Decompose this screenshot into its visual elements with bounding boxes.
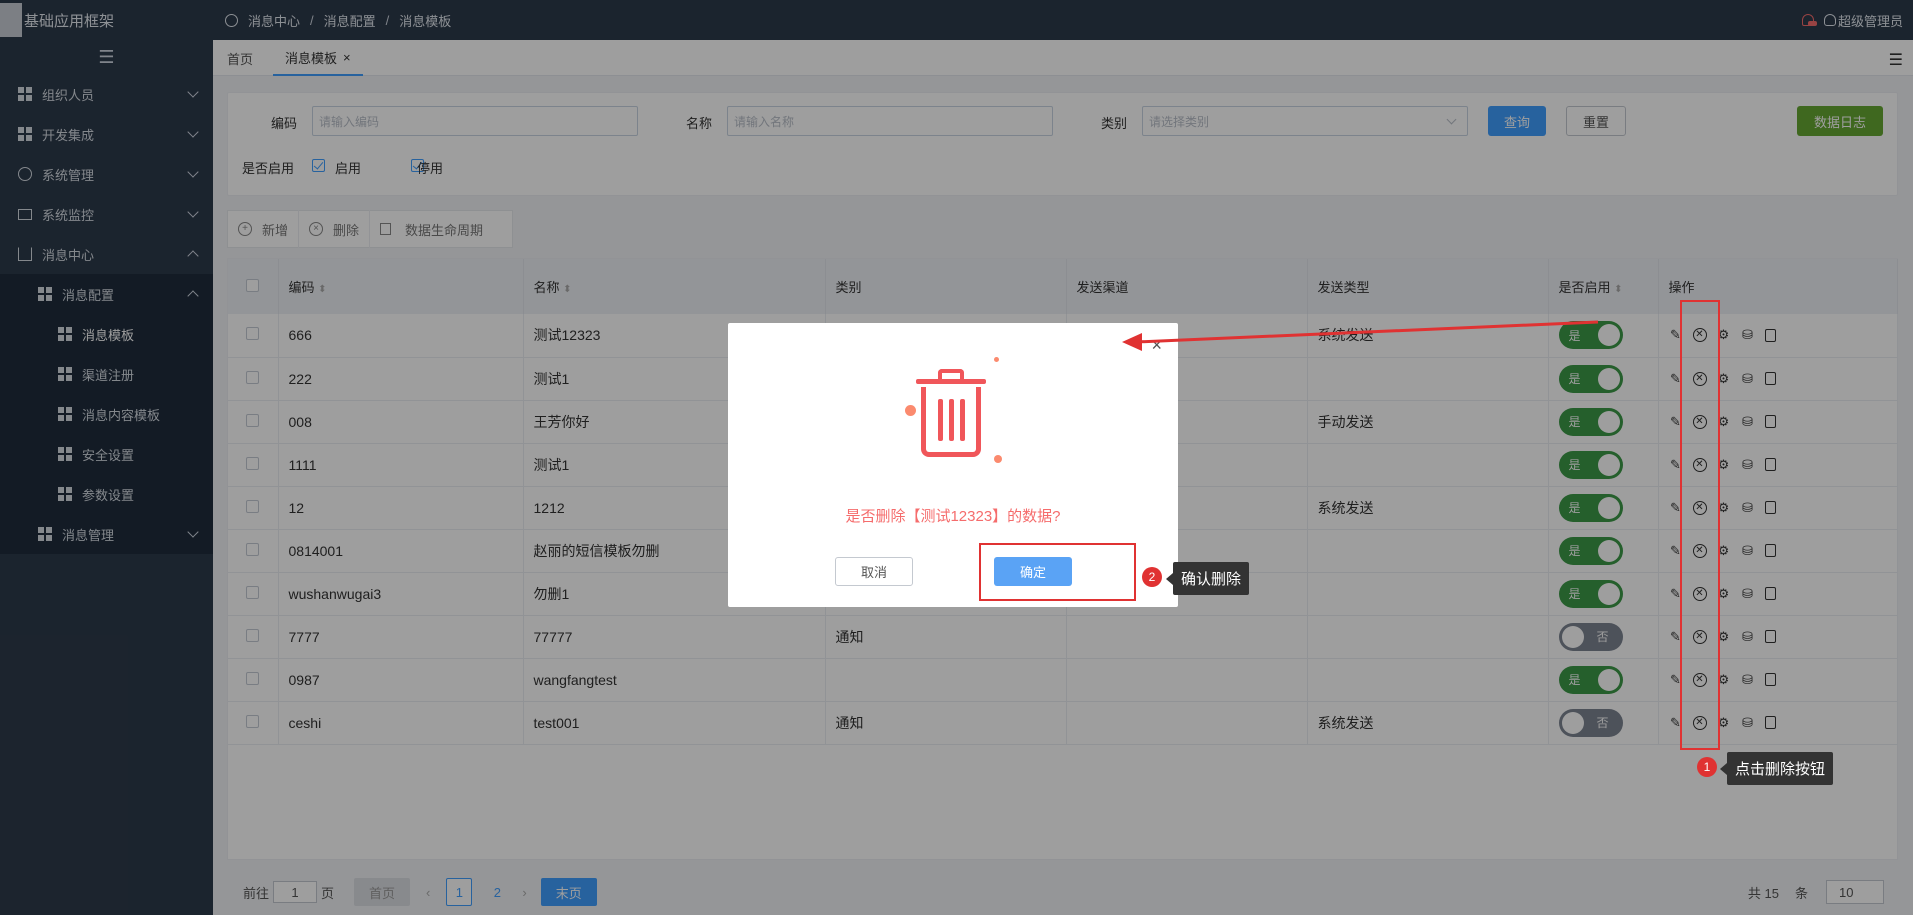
annotation-confirm-box (979, 543, 1136, 601)
step-2-badge: 2 (1142, 567, 1162, 587)
step-1-tooltip: 点击删除按钮 (1719, 752, 1834, 785)
cancel-button[interactable]: 取消 (835, 557, 913, 586)
step-1-badge: 1 (1697, 757, 1717, 777)
dialog-message: 是否删除【测试12323】的数据? (845, 508, 1061, 525)
annotation-arrow-icon (1122, 320, 1599, 351)
trash-icon (898, 357, 1018, 473)
step-2-tooltip: 确认删除 (1165, 562, 1250, 595)
annotation-delete-column-box (1680, 300, 1720, 750)
